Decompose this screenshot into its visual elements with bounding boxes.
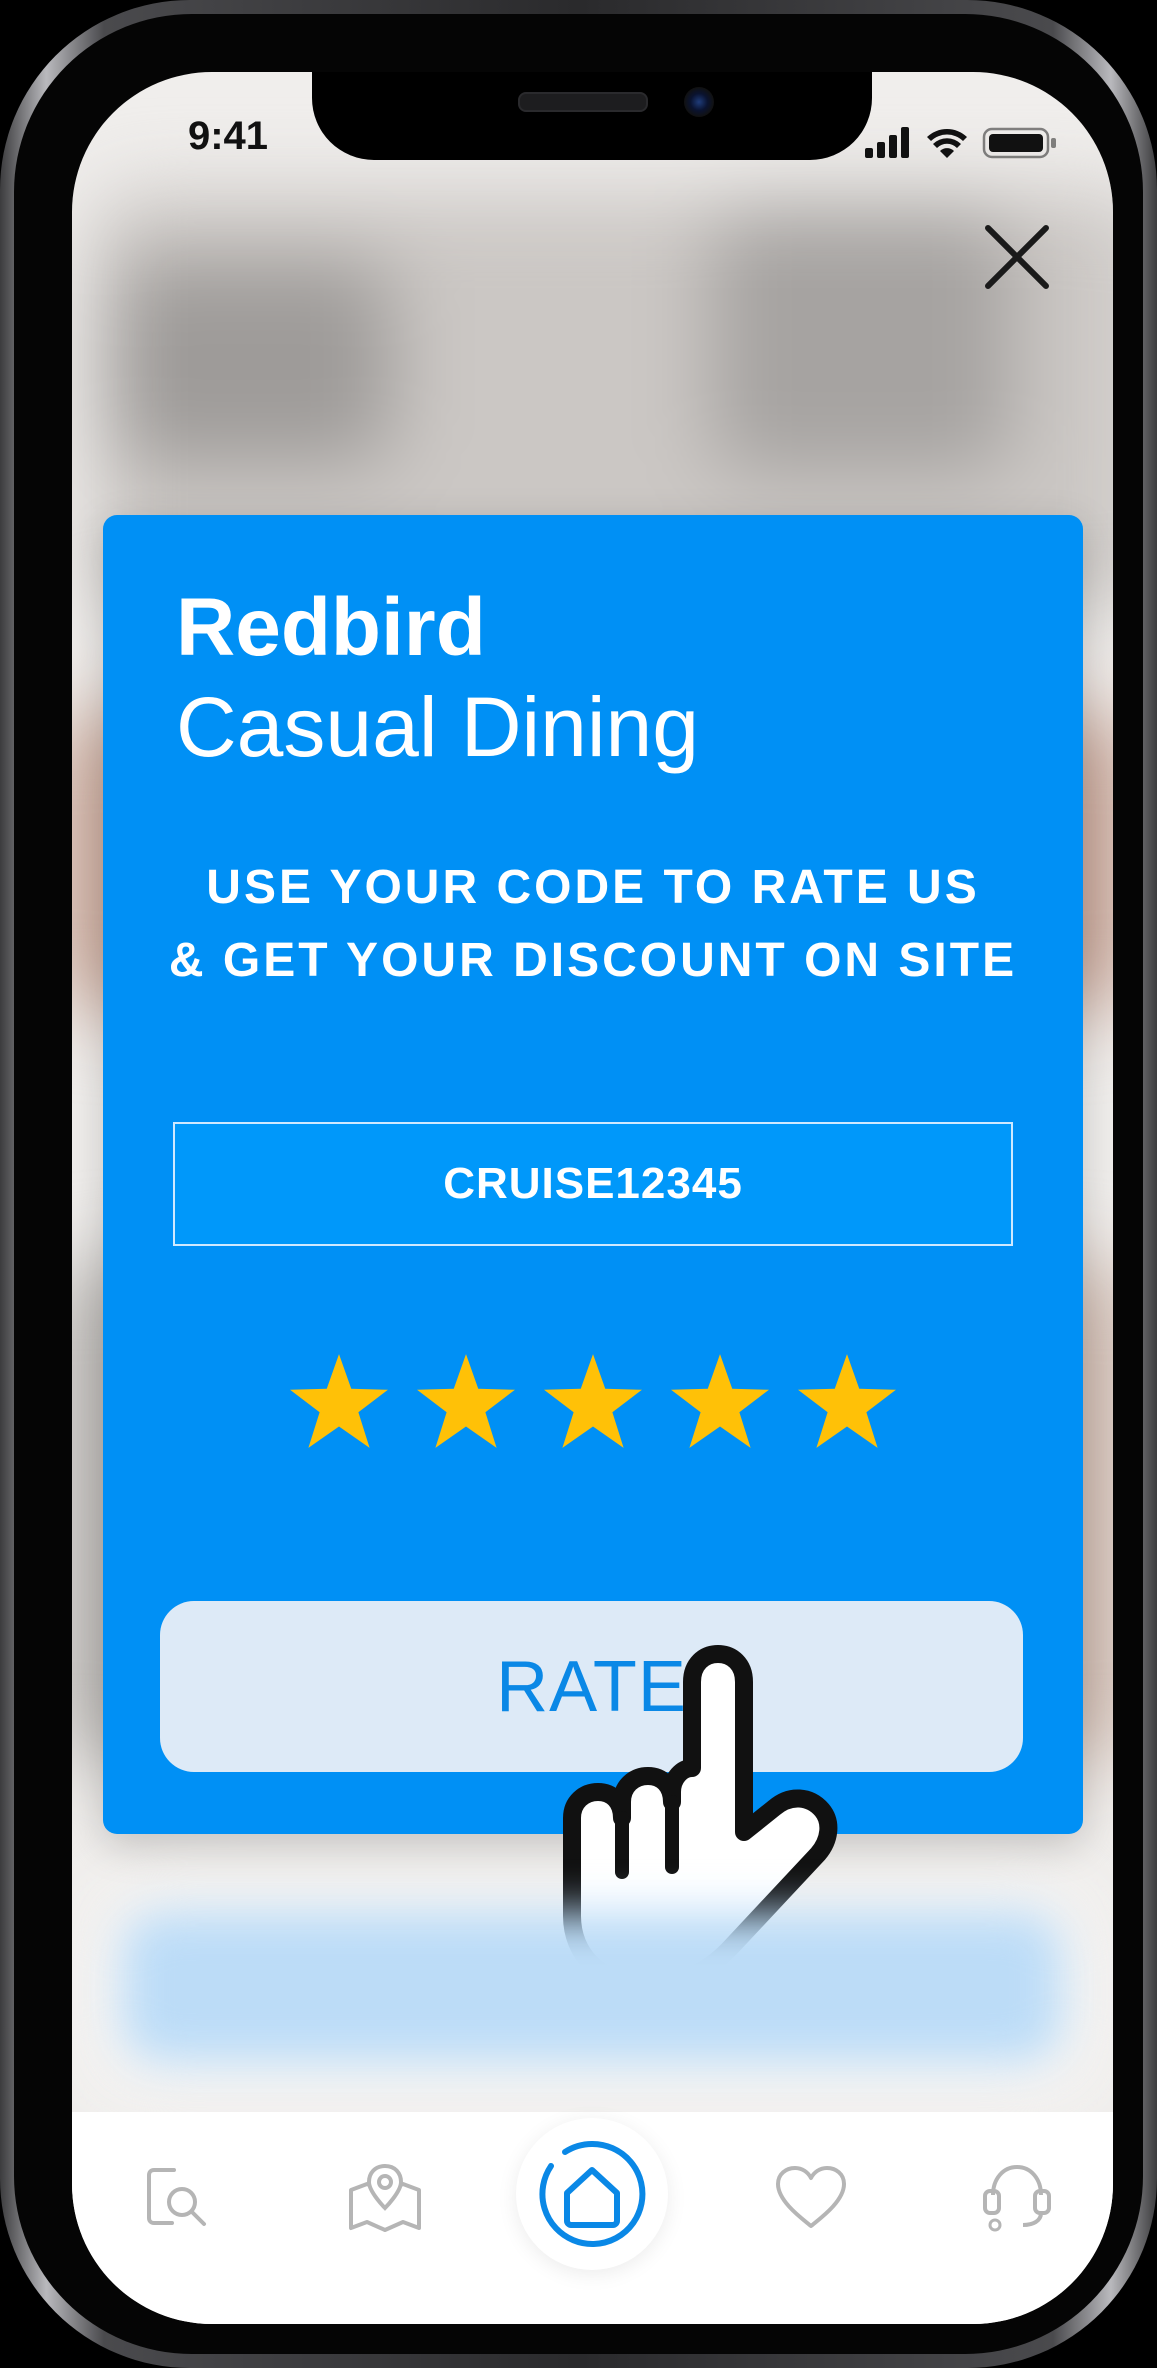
star-icon[interactable] — [542, 1351, 644, 1451]
restaurant-name: Redbird — [176, 582, 486, 673]
star-icon[interactable] — [669, 1351, 771, 1451]
restaurant-category: Casual Dining — [176, 680, 699, 774]
star-icon[interactable] — [796, 1351, 898, 1451]
blurred-content-bar — [122, 1912, 1062, 2062]
tab-bar — [72, 2112, 1113, 2324]
star-icon[interactable] — [288, 1351, 390, 1451]
search-icon — [147, 2168, 206, 2226]
instruction-line-2: & GET YOUR DISCOUNT ON SITE — [168, 934, 1018, 987]
tab-favorites[interactable] — [766, 2152, 856, 2242]
status-icons-svg — [865, 127, 1056, 159]
screen: 9:41 Redbird Casual Dining USE YOUR CODE… — [72, 72, 1113, 2324]
discount-code-field[interactable]: CRUISE12345 — [173, 1122, 1013, 1246]
status-icons — [865, 124, 1065, 160]
close-button[interactable] — [972, 212, 1062, 302]
map-pin-icon — [349, 2163, 421, 2232]
rating-instruction: USE YOUR CODE TO RATE US & GET YOUR DISC… — [103, 851, 1083, 997]
tab-home[interactable] — [516, 2118, 668, 2270]
battery-icon — [982, 127, 1056, 159]
support-icon — [983, 2164, 1051, 2232]
phone-bezel: 9:41 Redbird Casual Dining USE YOUR CODE… — [14, 14, 1143, 2354]
close-icon — [985, 225, 1049, 289]
instruction-line-1: USE YOUR CODE TO RATE US — [206, 861, 980, 914]
status-time: 9:41 — [187, 114, 269, 158]
phone-frame: 9:41 Redbird Casual Dining USE YOUR CODE… — [0, 0, 1157, 2368]
rating-card: Redbird Casual Dining USE YOUR CODE TO R… — [103, 515, 1083, 1834]
speaker — [518, 92, 648, 112]
home-icon — [539, 2140, 646, 2247]
tab-search[interactable] — [132, 2152, 222, 2242]
tab-map[interactable] — [340, 2152, 430, 2242]
notch — [312, 72, 872, 160]
heart-icon — [776, 2166, 846, 2228]
cellular-signal-icon — [865, 127, 909, 158]
star-icon[interactable] — [415, 1351, 517, 1451]
wifi-icon — [927, 129, 967, 158]
star-rating[interactable] — [288, 1351, 898, 1461]
camera — [684, 87, 714, 117]
tab-support[interactable] — [972, 2152, 1062, 2242]
